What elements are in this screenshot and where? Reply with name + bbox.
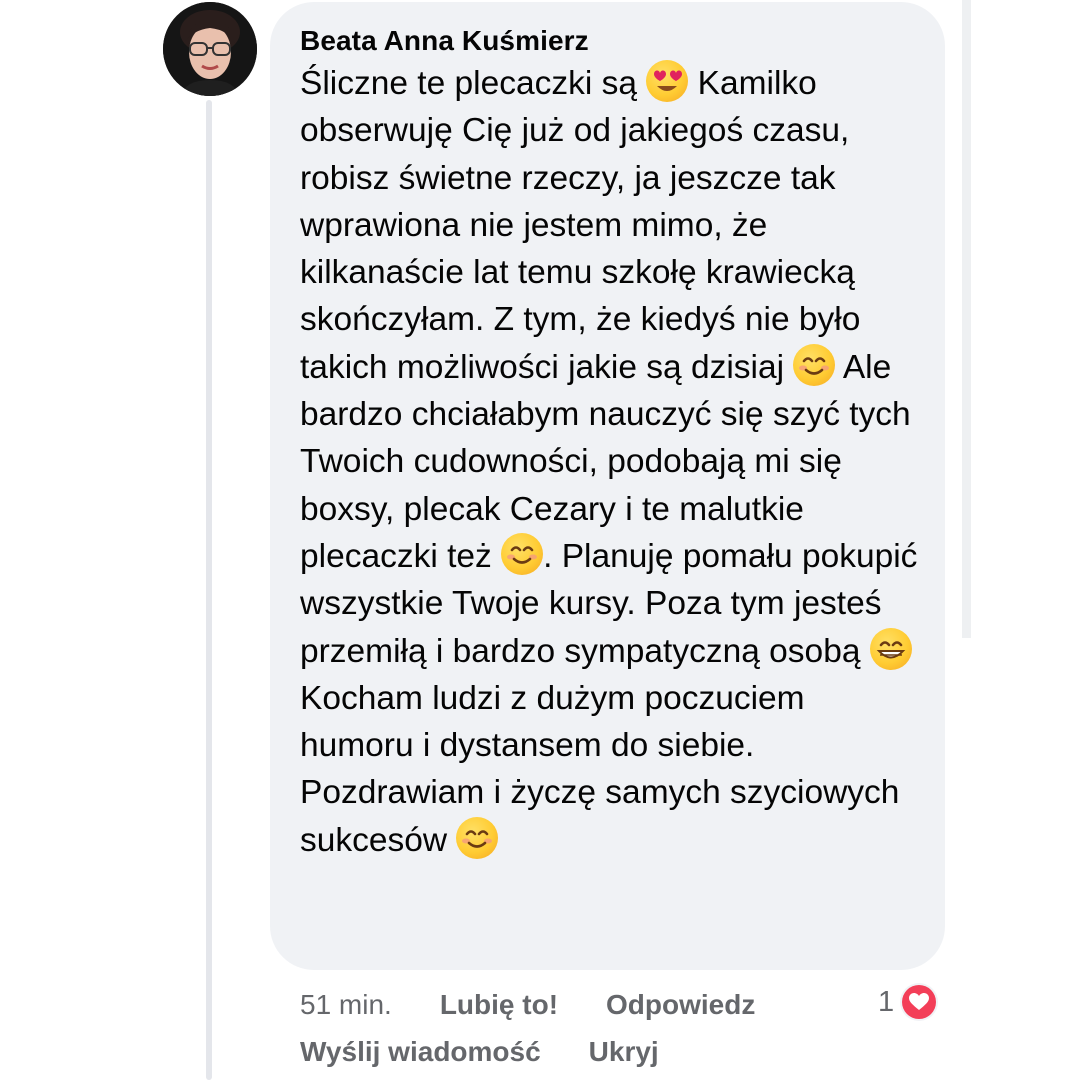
reaction-count: 1 [878, 985, 895, 1018]
comment-bubble: Beata Anna Kuśmierz Śliczne te plecaczki… [270, 2, 945, 970]
comment-time[interactable]: 51 min. [300, 989, 392, 1021]
send-message-button[interactable]: Wyślij wiadomość [300, 1036, 541, 1068]
avatar[interactable] [163, 2, 257, 96]
heart-reaction-badge [900, 983, 939, 1021]
hide-button[interactable]: Ukryj [589, 1036, 659, 1068]
grinning-emoji-icon [869, 627, 912, 670]
comment-actions-row: 51 min. Lubię to! Odpowiedz [300, 983, 803, 1027]
comment-text-segment: Kamilko obserwuję Cię już od jakiegoś cz… [300, 65, 861, 386]
comment-text-segment: Śliczne te plecaczki są [300, 65, 647, 102]
reply-button[interactable]: Odpowiedz [606, 989, 755, 1021]
like-button[interactable]: Lubię to! [440, 989, 558, 1021]
comment-text-segment: Kocham ludzi z dużym poczuciem humoru i … [300, 679, 900, 859]
comment-text: Śliczne te plecaczki są Kamilko obserwuj… [300, 60, 925, 864]
reaction-summary[interactable]: 1 [878, 982, 939, 1022]
smiling-emoji-icon [501, 532, 544, 575]
smiling-emoji-icon [793, 343, 836, 386]
scrollbar-track[interactable] [962, 0, 971, 638]
smiling-emoji-icon [456, 816, 499, 859]
comment-actions-row-2: Wyślij wiadomość Ukryj [300, 1030, 707, 1074]
thread-line [206, 100, 212, 1080]
heart-icon [902, 985, 937, 1019]
heart-eyes-emoji-icon [646, 60, 689, 102]
comment-author[interactable]: Beata Anna Kuśmierz [300, 22, 925, 60]
